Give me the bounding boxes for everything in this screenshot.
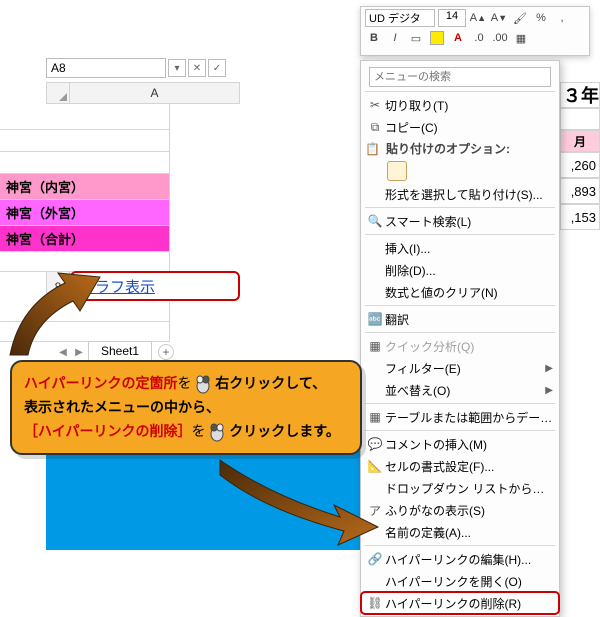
month-header: 月	[560, 130, 600, 152]
table-icon: ▦	[365, 408, 385, 426]
menu-delete[interactable]: 削除(D)...	[361, 259, 559, 281]
cell-a9[interactable]	[0, 302, 170, 322]
menu-define-name[interactable]: 名前の定義(A)...	[361, 521, 559, 543]
scissors-icon: ✂	[365, 96, 385, 114]
bold-button[interactable]: B	[365, 29, 383, 47]
cell-a6[interactable]: 神宮（合計）	[0, 226, 170, 252]
menu-edit-hyperlink[interactable]: 🔗ハイパーリンクの編集(H)...	[361, 548, 559, 570]
callout-l3-red: ［ハイパーリンクの削除］	[24, 423, 191, 439]
cell-a7[interactable]	[0, 252, 170, 272]
menu-insert-comment[interactable]: 💬コメントの挿入(M)	[361, 433, 559, 455]
increase-decimal-button[interactable]: .00	[491, 29, 509, 47]
cell-a10[interactable]	[0, 322, 170, 342]
name-box-dropdown-icon[interactable]: ▾	[168, 59, 186, 77]
value-row-5: ,893	[560, 178, 600, 204]
sheet-next-icon[interactable]: ▶	[72, 345, 86, 359]
year-title-fragment: ３年	[560, 82, 600, 108]
cell-a1[interactable]	[0, 104, 170, 130]
increase-font-button[interactable]: A▲	[469, 9, 487, 27]
font-name-dropdown[interactable]: UD デジタ	[365, 9, 435, 27]
hyperlink-text: グラフ表示	[80, 276, 155, 297]
callout-l2: 表示されたメニューの中から、	[24, 396, 348, 420]
menu-format-cells[interactable]: 📐セルの書式設定(F)...	[361, 455, 559, 477]
analysis-icon: ▦	[365, 337, 385, 355]
decrease-font-button[interactable]: A▼	[490, 9, 508, 27]
callout-l1-red: ハイパーリンクの定箇所	[24, 375, 177, 391]
cell-a8-hyperlink[interactable]: グラフ表示	[70, 271, 240, 301]
mouse-left-icon	[209, 422, 225, 442]
format-button[interactable]: ▦	[512, 29, 530, 47]
cell-a5[interactable]: 神宮（外宮）	[0, 200, 170, 226]
value-row-4: ,260	[560, 152, 600, 178]
menu-smart-lookup[interactable]: 🔍スマート検索(L)	[361, 210, 559, 232]
paste-option-1[interactable]	[387, 161, 407, 181]
paste-options-header: 📋貼り付けのオプション:	[361, 138, 559, 159]
select-all-triangle[interactable]	[46, 82, 70, 104]
menu-search-input[interactable]	[369, 67, 551, 87]
italic-button[interactable]: I	[386, 29, 404, 47]
mini-toolbar: UD デジタ 14 A▲ A▼ 🖌 % , B I ▭ A .0 .00 ▦	[360, 6, 590, 56]
menu-cut[interactable]: ✂切り取り(T)	[361, 94, 559, 116]
value-row-6: ,153	[560, 204, 600, 230]
cell-a2[interactable]	[0, 130, 170, 152]
search-icon: 🔍	[365, 212, 385, 230]
percent-button[interactable]: %	[532, 9, 550, 27]
row-header-8[interactable]: 8	[46, 272, 70, 302]
sheet-prev-icon[interactable]: ◀	[56, 345, 70, 359]
menu-get-data[interactable]: ▦テーブルまたは範囲からデータを...	[361, 406, 559, 428]
link-icon: 🔗	[365, 550, 385, 568]
menu-paste-special[interactable]: 形式を選択して貼り付け(S)...	[361, 183, 559, 205]
enter-formula-icon[interactable]: ✓	[208, 59, 226, 77]
mouse-right-icon	[195, 374, 211, 394]
instruction-callout: ハイパーリンクの定箇所を 右クリックして、 表示されたメニューの中から、 ［ハイ…	[10, 360, 362, 455]
format-painter-icon[interactable]: 🖌	[511, 9, 529, 27]
cell-a4[interactable]: 神宮（内宮）	[0, 174, 170, 200]
menu-show-phonetic[interactable]: アふりがなの表示(S)	[361, 499, 559, 521]
decrease-decimal-button[interactable]: .0	[470, 29, 488, 47]
cancel-formula-icon[interactable]: ✕	[188, 59, 206, 77]
menu-quick-analysis: ▦クイック分析(Q)	[361, 335, 559, 357]
add-sheet-button[interactable]: +	[158, 344, 174, 360]
font-size-dropdown[interactable]: 14	[438, 9, 466, 27]
fill-color-button[interactable]	[428, 29, 446, 47]
border-button[interactable]: ▭	[407, 29, 425, 47]
menu-copy[interactable]: ⧉コピー(C)	[361, 116, 559, 138]
menu-open-hyperlink[interactable]: ハイパーリンクを開く(O)	[361, 570, 559, 592]
comment-icon: 💬	[365, 435, 385, 453]
context-menu: ✂切り取り(T) ⧉コピー(C) 📋貼り付けのオプション: 形式を選択して貼り付…	[360, 60, 560, 617]
translate-icon: 🔤	[365, 310, 385, 328]
menu-translate[interactable]: 🔤翻訳	[361, 308, 559, 330]
menu-clear[interactable]: 数式と値のクリア(N)	[361, 281, 559, 303]
menu-pick-list[interactable]: ドロップダウン リストから選択(K)...	[361, 477, 559, 499]
copy-icon: ⧉	[365, 118, 385, 136]
name-box[interactable]: A8	[46, 58, 166, 78]
cell-a3[interactable]	[0, 152, 170, 174]
clipboard-icon: 📋	[365, 142, 380, 156]
format-icon: 📐	[365, 457, 385, 475]
menu-insert[interactable]: 挿入(I)...	[361, 237, 559, 259]
menu-filter[interactable]: フィルター(E)▶	[361, 357, 559, 379]
comma-button[interactable]: ,	[553, 9, 571, 27]
menu-sort[interactable]: 並べ替え(O)▶	[361, 379, 559, 401]
phonetic-icon: ア	[365, 501, 385, 519]
font-color-button[interactable]: A	[449, 29, 467, 47]
remove-link-icon: ⛓	[365, 594, 385, 612]
column-header-a[interactable]: A	[70, 82, 240, 104]
menu-remove-hyperlink[interactable]: ⛓ハイパーリンクの削除(R)	[361, 592, 559, 614]
